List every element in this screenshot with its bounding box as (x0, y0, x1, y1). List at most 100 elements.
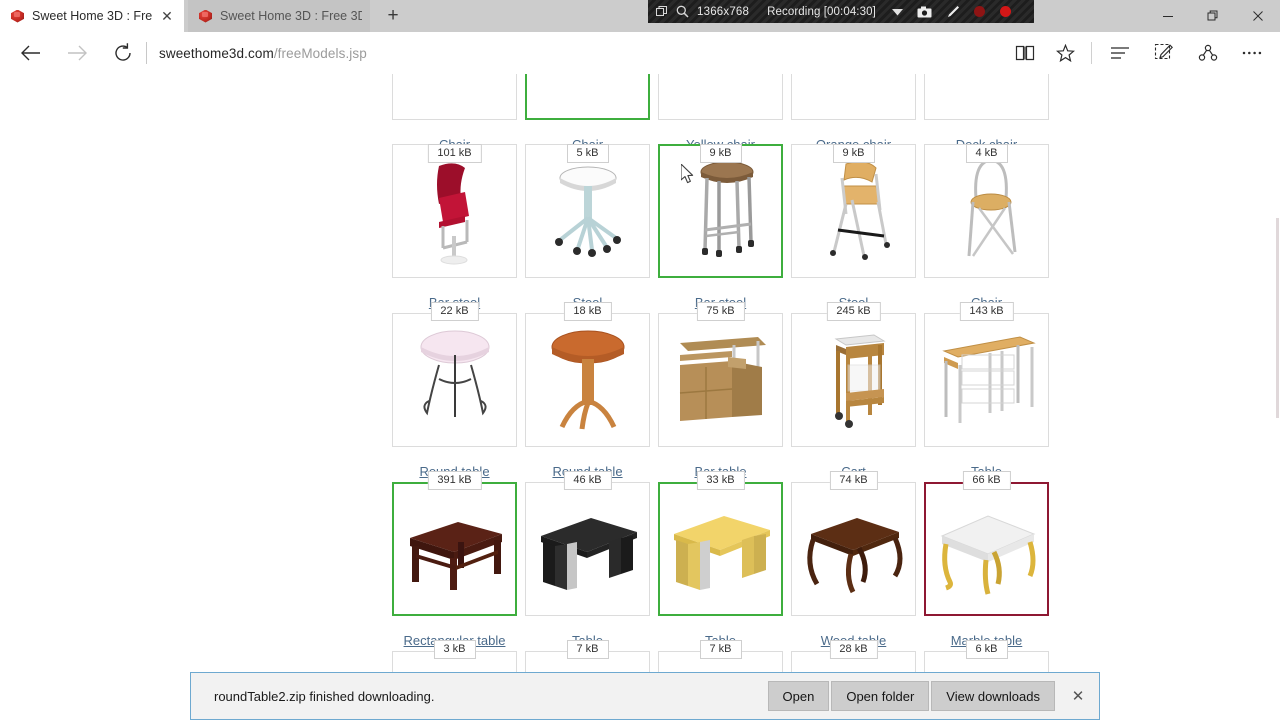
record-dot-bright-icon[interactable] (999, 6, 1011, 17)
model-size-badge: 66 kB (962, 470, 1011, 490)
model-cell[interactable]: 75 kB Bar stool (658, 144, 783, 321)
browser-window: Sweet Home 3D : Free 3 ✕ Sweet Home 3D :… (0, 0, 1280, 720)
folding-chair-round-thumb (967, 158, 1016, 257)
close-button[interactable] (1235, 0, 1280, 32)
model-cell[interactable]: 7 kB Table (525, 482, 650, 659)
model-thumbnail-card[interactable] (525, 313, 650, 447)
model-thumbnail-card[interactable] (392, 144, 517, 278)
model-cell[interactable]: 143 kB Chair (924, 144, 1049, 321)
minimize-button[interactable] (1145, 0, 1190, 32)
model-cell[interactable]: 18 kB Stool (525, 144, 650, 321)
tab-0-close-icon[interactable]: ✕ (159, 8, 175, 24)
model-size-badge: 46 kB (563, 470, 612, 490)
scrollbar-track[interactable] (1274, 148, 1280, 720)
record-dot-dim-icon[interactable] (973, 6, 985, 17)
model-cell[interactable]: 245 kB Stool (791, 144, 916, 321)
model-size-badge: 101 kB (427, 143, 482, 163)
model-cell[interactable]: 33 kB Bar table (658, 313, 783, 490)
model-cell[interactable]: 3 kB Rectangular table (392, 482, 517, 659)
camera-icon[interactable] (917, 6, 932, 18)
model-cell[interactable]: 101 kB Chair (392, 74, 517, 163)
url-domain: sweethome3d.com (159, 45, 274, 61)
new-tab-button[interactable]: + (374, 0, 412, 32)
model-thumbnail-card[interactable] (392, 313, 517, 447)
open-folder-button[interactable]: Open folder (831, 681, 930, 711)
kitchen-cart-thumb (833, 334, 886, 428)
view-downloads-button[interactable]: View downloads (931, 681, 1055, 711)
bar-stool-red-thumb (436, 163, 469, 265)
chair-yellow-legs-thumb (671, 74, 771, 108)
page-content: 101 kB Chair 5 kB Chair (0, 74, 1280, 720)
wood-table-curved-legs-thumb (806, 518, 902, 594)
hub-icon[interactable] (1098, 32, 1142, 74)
model-thumbnail-card[interactable] (791, 313, 916, 447)
window-select-icon[interactable] (656, 5, 668, 18)
console-table-shelf-thumb (941, 336, 1036, 423)
bar-table-counter-thumb (679, 337, 766, 421)
model-thumbnail-card[interactable] (525, 482, 650, 616)
model-cell[interactable]: 9 kB Orange chair (791, 74, 916, 163)
model-size-badge: 4 kB (965, 143, 1008, 163)
model-cell[interactable]: 6 kB Marble table (924, 482, 1049, 659)
model-thumbnail-card[interactable] (525, 144, 650, 278)
tab-0[interactable]: Sweet Home 3D : Free 3 ✕ (0, 0, 184, 32)
model-cell[interactable]: 66 kB Table (924, 313, 1049, 490)
chair-brown-legs-thumb (538, 74, 638, 108)
model-size-badge: 22 kB (430, 301, 479, 321)
magnifier-icon[interactable] (676, 5, 689, 18)
tab-0-title: Sweet Home 3D : Free 3 (32, 9, 152, 23)
model-thumbnail-card[interactable] (791, 482, 916, 616)
chair-orange-legs-thumb (804, 74, 904, 108)
browser-toolbar-icons (1005, 32, 1280, 74)
share-icon[interactable] (1186, 32, 1230, 74)
model-thumbnail-card[interactable] (924, 144, 1049, 278)
model-thumbnail-card[interactable] (924, 482, 1049, 616)
model-thumbnail-card[interactable] (392, 74, 517, 120)
address-bar[interactable]: sweethome3d.com/freeModels.jsp (146, 32, 367, 74)
model-cell[interactable]: 5 kB Chair (525, 74, 650, 163)
model-cell[interactable]: 28 kB Wood table (791, 482, 916, 659)
model-thumbnail-card[interactable] (658, 144, 783, 278)
marble-table-gold-legs-thumb (940, 515, 1035, 595)
model-thumbnail-card[interactable] (392, 482, 517, 616)
window-controls (1145, 0, 1280, 32)
chevron-down-icon[interactable] (891, 8, 903, 16)
model-thumbnail-card[interactable] (791, 144, 916, 278)
model-cell[interactable]: 7 kB Table (658, 482, 783, 659)
model-thumbnail-card[interactable] (658, 482, 783, 616)
pencil-icon[interactable] (946, 5, 960, 19)
round-table-wood-thumb (551, 330, 624, 430)
model-cell[interactable]: 74 kB Cart (791, 313, 916, 490)
model-size-badge: 391 kB (427, 470, 482, 490)
open-button[interactable]: Open (767, 681, 830, 711)
model-thumbnail-card[interactable] (924, 313, 1049, 447)
scrollbar-thumb[interactable] (1276, 218, 1279, 418)
favorites-star-icon[interactable] (1045, 32, 1085, 74)
download-bar-close-icon[interactable]: ✕ (1057, 672, 1099, 720)
model-thumbnail-card[interactable] (658, 313, 783, 447)
model-size-badge: 9 kB (832, 143, 875, 163)
toolbar-divider (1091, 42, 1092, 64)
back-button[interactable] (8, 32, 54, 74)
settings-more-icon[interactable] (1230, 32, 1274, 74)
web-note-icon[interactable] (1142, 32, 1186, 74)
model-cell[interactable]: 9 kB Yellow chair (658, 74, 783, 163)
tab-1[interactable]: Sweet Home 3D : Free 3D m (188, 0, 370, 32)
model-thumbnail-card[interactable] (924, 74, 1049, 120)
model-size-badge: 245 kB (826, 301, 881, 321)
model-cell[interactable]: 391 kB Round table (392, 313, 517, 490)
download-message: roundTable2.zip finished downloading. (214, 688, 435, 704)
model-thumbnail-card[interactable] (791, 74, 916, 120)
model-thumbnail-card[interactable] (658, 74, 783, 120)
folding-stool-wood-thumb (829, 161, 890, 260)
address-divider (146, 42, 147, 64)
forward-button[interactable] (54, 32, 100, 74)
round-table-pink-thumb (420, 330, 489, 417)
model-cell[interactable]: 22 kB Bar stool (392, 144, 517, 321)
restore-button[interactable] (1190, 0, 1235, 32)
model-cell[interactable]: 4 kB Deck chair (924, 74, 1049, 163)
model-thumbnail-card[interactable] (525, 74, 650, 120)
refresh-button[interactable] (100, 32, 146, 74)
model-cell[interactable]: 46 kB Round table (525, 313, 650, 490)
reading-view-icon[interactable] (1005, 32, 1045, 74)
